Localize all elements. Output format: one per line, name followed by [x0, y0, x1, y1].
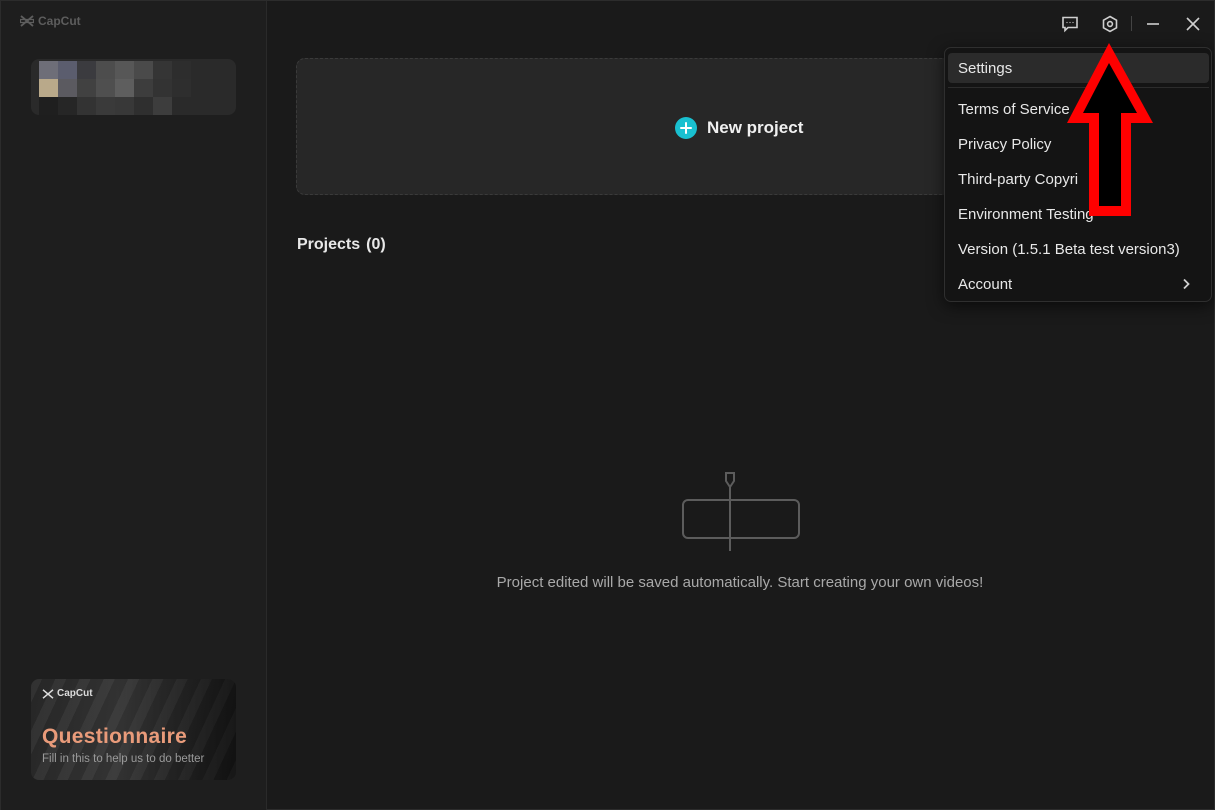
questionnaire-banner[interactable]: CapCut Questionnaire Fill in this to hel… [31, 679, 236, 780]
settings-button[interactable] [1097, 11, 1123, 37]
app-logo: CapCut [20, 14, 81, 28]
plus-circle-icon [675, 117, 697, 139]
app-brand-text: CapCut [38, 14, 81, 28]
menu-item-settings[interactable]: Settings [948, 53, 1209, 83]
account-card[interactable] [31, 59, 236, 115]
empty-timeline-icon [682, 472, 800, 551]
questionnaire-subtitle: Fill in this to help us to do better [42, 753, 205, 765]
close-icon [1186, 17, 1200, 31]
app-window: CapCut CapCut Questionnaire Fill in this… [0, 0, 1215, 810]
projects-label: Projects [297, 236, 361, 253]
minimize-button[interactable] [1140, 11, 1166, 37]
close-button[interactable] [1180, 11, 1206, 37]
settings-menu: Settings Terms of Service Privacy Policy… [944, 47, 1212, 302]
banner-brand: CapCut [42, 688, 93, 699]
menu-item-privacy-policy[interactable]: Privacy Policy [948, 129, 1209, 159]
menu-divider [948, 87, 1209, 88]
avatar [39, 61, 191, 115]
capcut-logo-icon [20, 15, 34, 27]
new-project-label: New project [707, 118, 804, 137]
new-project-content: New project [675, 117, 803, 139]
banner-brand-text: CapCut [57, 688, 93, 699]
menu-item-environment-testing[interactable]: Environment Testing [948, 199, 1209, 229]
projects-heading: Projects (0) [297, 236, 386, 254]
sidebar: CapCut CapCut Questionnaire Fill in this… [1, 1, 267, 810]
empty-state-message: Project edited will be saved automatical… [496, 574, 984, 591]
menu-item-account-label: Account [958, 275, 1013, 293]
menu-item-version: Version (1.5.1 Beta test version3) [958, 240, 1180, 258]
menu-item-terms-of-service[interactable]: Terms of Service [948, 94, 1209, 124]
minimize-icon [1147, 23, 1159, 25]
titlebar-divider [1131, 16, 1132, 31]
feedback-button[interactable] [1057, 11, 1083, 37]
new-project-button[interactable]: New project [296, 58, 996, 195]
chat-bubble-icon [1062, 16, 1078, 33]
chevron-right-icon [1183, 278, 1190, 290]
projects-count: (0) [366, 236, 386, 253]
hexagon-gear-icon [1102, 15, 1118, 33]
questionnaire-title: Questionnaire [42, 725, 188, 748]
capcut-logo-icon [42, 688, 54, 699]
menu-item-third-party-copyright[interactable]: Third-party Copyri [948, 164, 1209, 194]
menu-item-account[interactable]: Account [948, 269, 1209, 299]
